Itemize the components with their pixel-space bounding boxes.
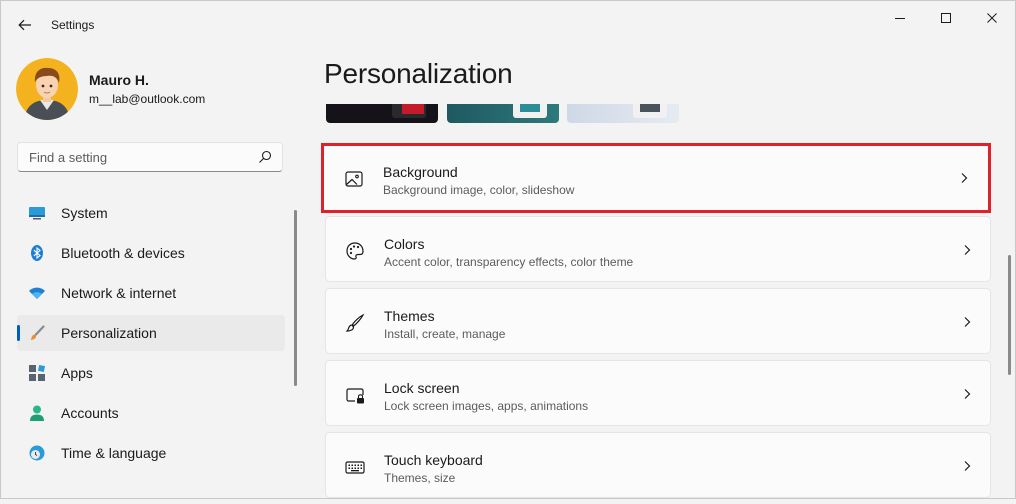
card-title: Lock screen [384, 380, 460, 396]
theme-thumbnail[interactable] [567, 104, 679, 123]
selected-indicator [17, 325, 20, 341]
search-box[interactable] [17, 142, 283, 172]
search-icon[interactable] [258, 150, 272, 164]
system-monitor-icon [29, 207, 45, 220]
sidebar-item-label: Accounts [61, 405, 119, 421]
paintbrush-icon [31, 325, 45, 340]
user-name: Mauro H. [89, 72, 149, 88]
card-title: Themes [384, 308, 435, 324]
sidebar-item-system[interactable]: System [17, 195, 285, 231]
card-subtitle: Install, create, manage [384, 327, 506, 341]
wifi-icon [29, 287, 45, 299]
theme-previews [326, 104, 686, 124]
sidebar-nav: System Bluetooth & devices Network & int… [17, 195, 285, 475]
sidebar-item-time-language[interactable]: Time & language [17, 435, 285, 471]
card-subtitle: Background image, color, slideshow [383, 183, 575, 197]
chevron-right-icon [964, 317, 971, 327]
theme-thumbnail[interactable] [447, 104, 559, 123]
brush-icon [345, 313, 365, 332]
sidebar-scrollbar[interactable] [294, 210, 297, 386]
colors-card[interactable]: Colors Accent color, transparency effect… [325, 216, 991, 282]
sidebar-item-label: Personalization [61, 325, 157, 341]
card-title: Background [383, 164, 458, 180]
sidebar-item-label: System [61, 205, 108, 221]
sidebar-item-label: Network & internet [61, 285, 177, 301]
card-subtitle: Accent color, transparency effects, colo… [384, 255, 634, 269]
themes-card[interactable]: Themes Install, create, manage [325, 288, 991, 354]
title-bar: Settings [0, 0, 1016, 50]
search-input[interactable] [18, 143, 259, 171]
image-icon [345, 171, 363, 187]
keyboard-icon [345, 461, 365, 474]
sidebar-item-apps[interactable]: Apps [17, 355, 285, 391]
card-title: Colors [384, 236, 425, 252]
card-subtitle: Themes, size [384, 471, 456, 485]
apps-icon [29, 365, 45, 381]
theme-thumbnail[interactable] [326, 104, 438, 123]
close-icon [987, 13, 997, 23]
card-subtitle: Lock screen images, apps, animations [384, 399, 589, 413]
sidebar-item-accounts[interactable]: Accounts [17, 395, 285, 431]
avatar[interactable] [16, 58, 78, 120]
page-title: Personalization [324, 58, 513, 89]
avatar-icon [16, 58, 78, 120]
sidebar-item-bluetooth[interactable]: Bluetooth & devices [17, 235, 285, 271]
settings-list: Background Background image, color, slid… [321, 143, 991, 504]
bluetooth-icon [31, 245, 43, 261]
lock-screen-icon [346, 388, 364, 404]
close-button[interactable] [969, 2, 1015, 34]
background-card[interactable]: Background Background image, color, slid… [321, 143, 991, 213]
maximize-button[interactable] [923, 2, 969, 34]
sidebar-item-label: Apps [61, 365, 93, 381]
sidebar-item-personalization[interactable]: Personalization [17, 315, 285, 351]
palette-icon [346, 242, 364, 260]
sidebar-item-label: Time & language [61, 445, 167, 461]
minimize-icon [895, 18, 905, 19]
main-scrollbar[interactable] [1008, 255, 1011, 375]
sidebar-item-label: Bluetooth & devices [61, 245, 185, 261]
app-title: Settings [51, 18, 95, 32]
back-button[interactable] [10, 10, 40, 40]
maximize-icon [941, 13, 951, 23]
chevron-right-icon [964, 389, 971, 399]
sidebar-item-network[interactable]: Network & internet [17, 275, 285, 311]
lock-screen-card[interactable]: Lock screen Lock screen images, apps, an… [325, 360, 991, 426]
minimize-button[interactable] [877, 2, 923, 34]
chevron-right-icon [964, 461, 971, 471]
touch-keyboard-card[interactable]: Touch keyboard Themes, size [325, 432, 991, 498]
user-email: m__lab@outlook.com [89, 92, 206, 106]
time-language-icon [29, 445, 45, 461]
chevron-right-icon [961, 173, 968, 183]
back-arrow-icon [18, 19, 31, 31]
chevron-right-icon [964, 245, 971, 255]
card-title: Touch keyboard [384, 452, 483, 468]
accounts-icon [30, 405, 44, 421]
